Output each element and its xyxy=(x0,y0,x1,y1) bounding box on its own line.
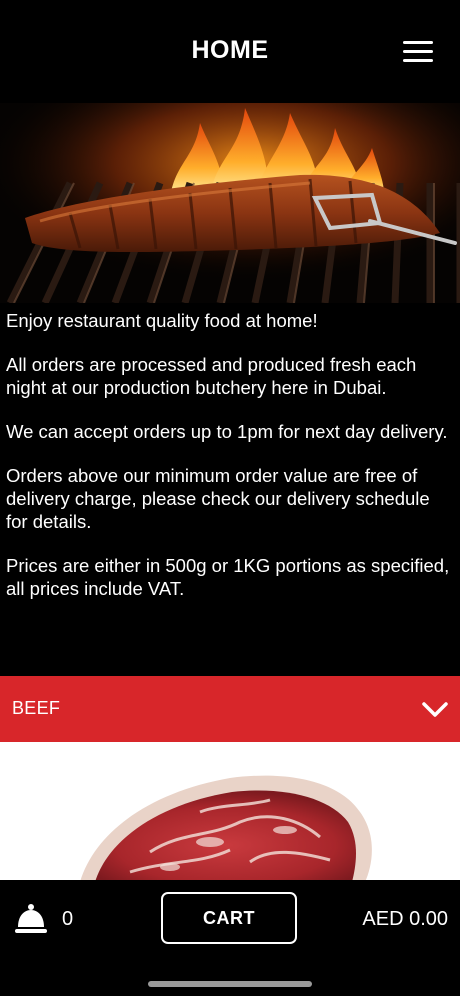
product-image[interactable] xyxy=(0,742,460,882)
home-indicator[interactable] xyxy=(148,981,312,987)
app-header: HOME xyxy=(0,0,460,103)
intro-paragraph: We can accept orders up to 1pm for next … xyxy=(6,421,448,442)
intro-paragraph: All orders are processed and produced fr… xyxy=(6,354,417,398)
service-bell-icon[interactable] xyxy=(15,902,47,936)
intro-paragraph: Prices are either in 500g or 1KG portion… xyxy=(6,555,450,599)
intro-paragraph: Enjoy restaurant quality food at home! xyxy=(6,310,318,331)
hero-image xyxy=(0,103,460,303)
intro-paragraph: Orders above our minimum order value are… xyxy=(6,465,430,532)
page-title: HOME xyxy=(191,36,269,64)
cart-item-count: 0 xyxy=(62,908,74,930)
cart-total: AED 0.00 xyxy=(362,908,448,930)
intro-text: Enjoy restaurant quality food at home! A… xyxy=(6,309,454,621)
category-label: BEEF xyxy=(12,698,61,718)
cart-button[interactable]: CART xyxy=(161,892,297,944)
hamburger-menu-icon[interactable] xyxy=(398,38,438,68)
bottom-bar: 0 CART AED 0.00 xyxy=(0,880,460,996)
chevron-down-icon[interactable] xyxy=(420,698,450,720)
category-beef-header[interactable]: BEEF xyxy=(0,676,460,742)
